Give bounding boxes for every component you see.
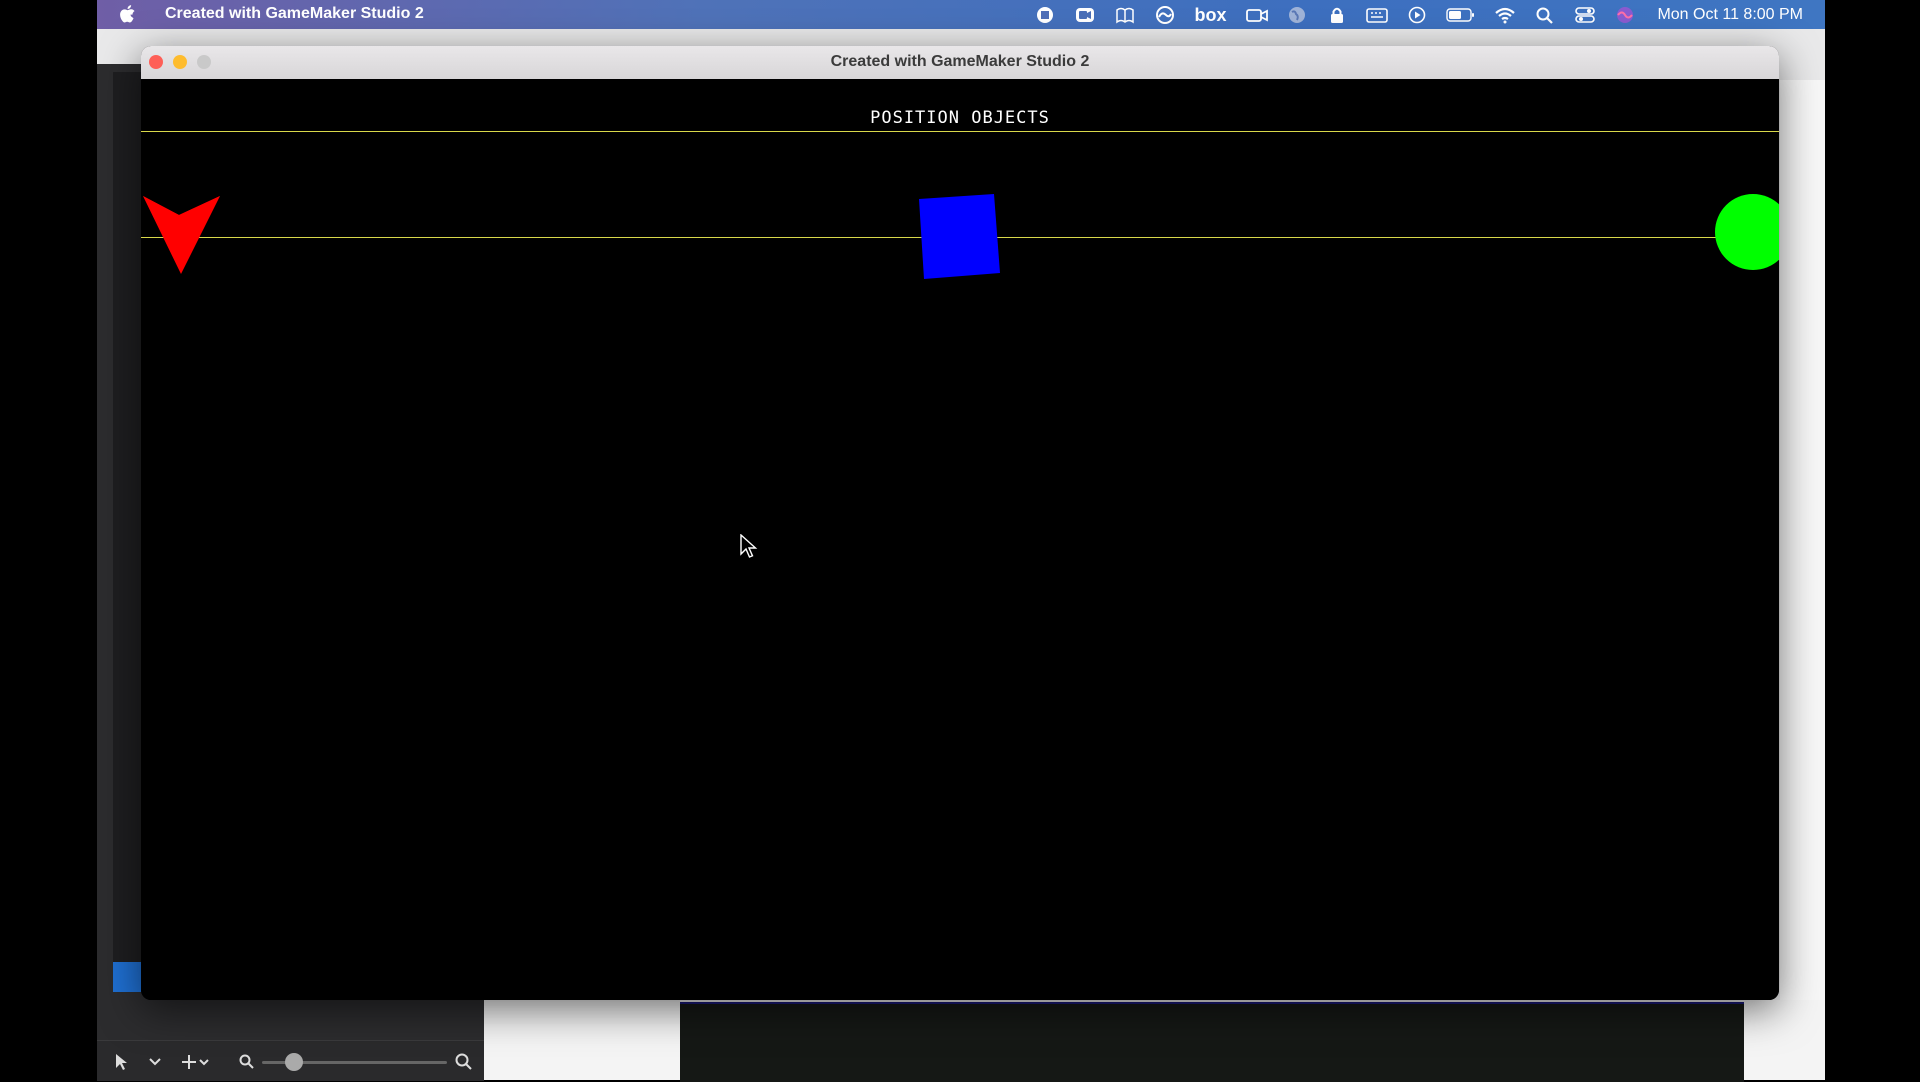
facetime-icon[interactable] xyxy=(1246,6,1269,24)
background-app-toolbar xyxy=(113,72,143,992)
add-icon[interactable] xyxy=(181,1053,211,1071)
battery-icon[interactable] xyxy=(1446,6,1476,24)
menu-bar-clock[interactable]: Mon Oct 11 8:00 PM xyxy=(1657,6,1803,24)
game-heading: POSITION OBJECTS xyxy=(870,108,1050,128)
green-circle xyxy=(1715,194,1779,270)
zoom-out-icon[interactable] xyxy=(239,1054,255,1070)
game-canvas[interactable]: POSITION OBJECTS xyxy=(141,79,1779,1000)
background-app-bottom-bar xyxy=(97,1040,484,1081)
zoom-in-icon[interactable] xyxy=(455,1053,473,1071)
background-app-right-panel xyxy=(1780,80,1825,1000)
pointer-tool-icon[interactable] xyxy=(113,1053,131,1071)
menu-bar: Created with GameMaker Studio 2 box Mon … xyxy=(97,0,1825,29)
keyboard-icon[interactable] xyxy=(1366,6,1389,24)
spotlight-search-icon[interactable] xyxy=(1534,6,1556,24)
control-center-icon[interactable] xyxy=(1574,6,1596,24)
mouse-cursor-icon xyxy=(740,534,758,558)
window-title-bar[interactable]: Created with GameMaker Studio 2 xyxy=(141,46,1779,80)
red-arrow xyxy=(143,196,220,274)
zoom-icon[interactable] xyxy=(1074,6,1096,24)
creative-cloud-icon[interactable] xyxy=(1154,5,1176,24)
active-app-name[interactable]: Created with GameMaker Studio 2 xyxy=(165,5,424,23)
box-icon[interactable]: box xyxy=(1194,6,1228,24)
zoom-slider-handle[interactable] xyxy=(285,1053,303,1071)
siri-icon[interactable] xyxy=(1614,6,1636,24)
wifi-icon[interactable] xyxy=(1494,6,1516,24)
books-icon[interactable] xyxy=(1114,6,1136,24)
globe-icon[interactable] xyxy=(1286,6,1308,24)
top-divider-line xyxy=(141,131,1779,132)
status-tray: box Mon Oct 11 8:00 PM xyxy=(1025,0,1825,29)
lock-icon[interactable] xyxy=(1326,6,1348,24)
game-window: Created with GameMaker Studio 2 POSITION… xyxy=(141,46,1779,1000)
play-icon[interactable] xyxy=(1406,6,1428,24)
background-app-preview xyxy=(680,1002,1744,1082)
screen-record-icon[interactable] xyxy=(1034,6,1056,24)
apple-icon[interactable] xyxy=(119,4,137,24)
background-app-selected-tool xyxy=(113,962,143,992)
window-title: Created with GameMaker Studio 2 xyxy=(830,53,1090,70)
chevron-down-icon[interactable] xyxy=(149,1057,161,1067)
blue-square xyxy=(919,194,1000,279)
